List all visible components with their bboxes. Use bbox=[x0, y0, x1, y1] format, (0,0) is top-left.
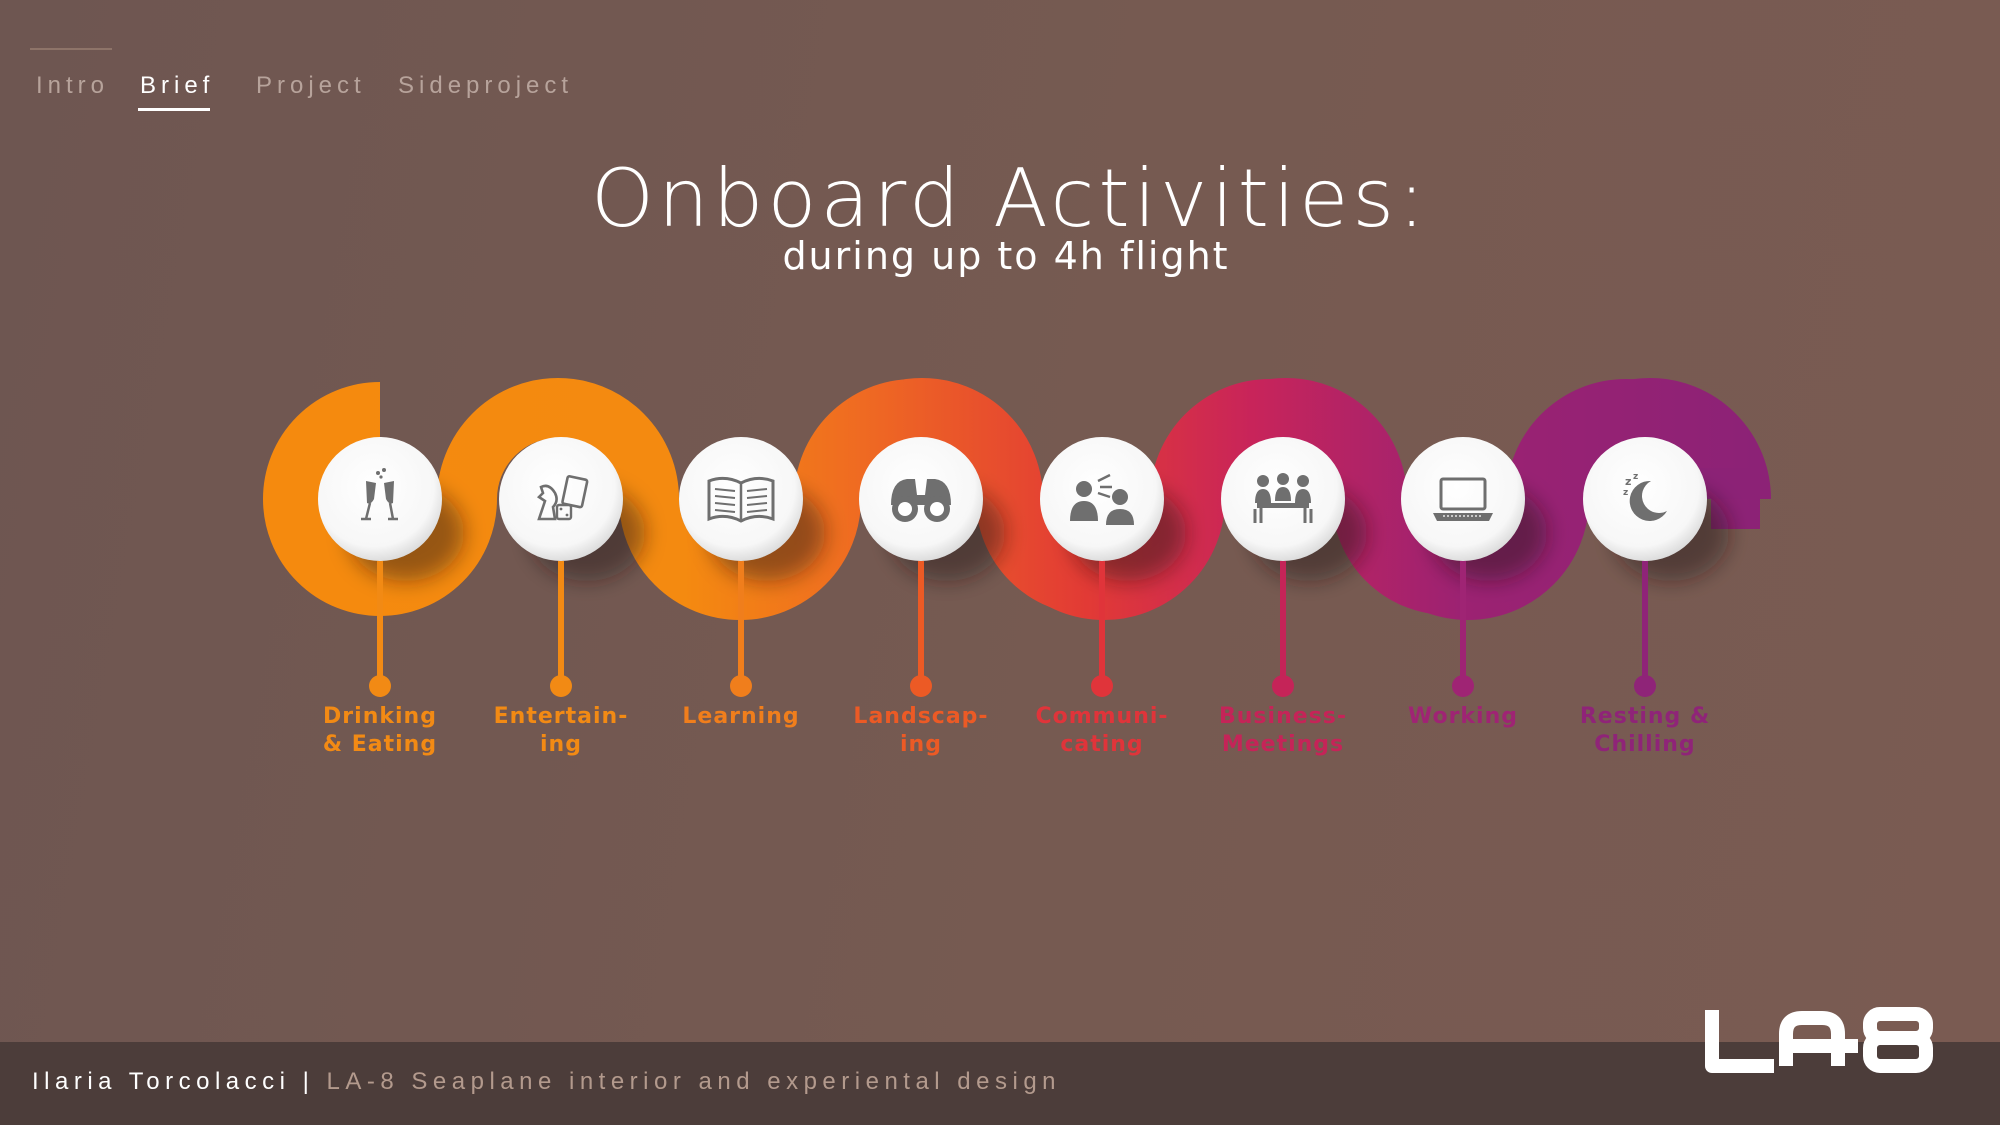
activity-dot bbox=[550, 675, 572, 697]
footer-caption: Ilaria Torcolacci | LA-8 Seaplane interi… bbox=[32, 1068, 1061, 1096]
activity-dot bbox=[1272, 675, 1294, 697]
activity-label-line1: Working bbox=[1407, 704, 1519, 729]
svg-text:z: z bbox=[1623, 488, 1628, 498]
activity-dot bbox=[730, 675, 752, 697]
activity-label-line2: ing bbox=[540, 732, 582, 757]
la8-logo bbox=[1705, 1007, 1933, 1073]
activity-stem bbox=[558, 561, 564, 688]
activity-stem bbox=[1460, 561, 1466, 688]
activity-label: Landscap-ing bbox=[831, 703, 1011, 759]
activity-label-line2: Chilling bbox=[1594, 732, 1696, 757]
activity-stem bbox=[377, 561, 383, 688]
activity-label-line2: cating bbox=[1060, 732, 1144, 757]
wave-tail-end bbox=[1700, 468, 1762, 499]
activity-label: Drinking & Eating bbox=[290, 703, 470, 759]
activity-disc[interactable] bbox=[1583, 437, 1707, 561]
activity-label-line2: Meetings bbox=[1221, 732, 1345, 757]
activity-disc[interactable] bbox=[318, 437, 442, 561]
activity-stem bbox=[1099, 561, 1105, 688]
activity-dot bbox=[910, 675, 932, 697]
activity-label-line1: Resting & bbox=[1579, 704, 1711, 729]
activity-label: Learning bbox=[651, 703, 831, 731]
activity-label-line1: Business- bbox=[1219, 704, 1347, 729]
activity-stem bbox=[1280, 561, 1286, 688]
svg-text:z: z bbox=[1633, 472, 1638, 482]
activity-disc[interactable] bbox=[499, 437, 623, 561]
activity-label: Business- Meetings bbox=[1193, 703, 1373, 759]
activity-label-line1: Communi- bbox=[1035, 704, 1169, 729]
activity-label: Communi-cating bbox=[1012, 703, 1192, 759]
activity-dot bbox=[1634, 675, 1656, 697]
activity-disc[interactable] bbox=[1040, 437, 1164, 561]
activity-label-line2: & Eating bbox=[322, 732, 438, 757]
author-name: Ilaria Torcolacci bbox=[32, 1068, 291, 1095]
project-description: LA-8 Seaplane interior and experiental d… bbox=[326, 1068, 1062, 1095]
activity-dot bbox=[1091, 675, 1113, 697]
activity-label: Resting & Chilling bbox=[1555, 703, 1735, 759]
activity-label-line2: ing bbox=[900, 732, 942, 757]
activity-label-line1: Drinking bbox=[323, 704, 437, 729]
activity-disc[interactable] bbox=[1401, 437, 1525, 561]
footer-separator: | bbox=[302, 1068, 315, 1095]
activity-label: Entertain-ing bbox=[471, 703, 651, 759]
activity-label-line1: Learning bbox=[682, 704, 800, 729]
activity-timeline: z zz bbox=[263, 378, 1771, 697]
activity-label-line1: Landscap- bbox=[853, 704, 989, 729]
activity-label: Working bbox=[1373, 703, 1553, 731]
activity-stem bbox=[1642, 561, 1648, 688]
activity-label-line1: Entertain- bbox=[493, 704, 629, 729]
activity-stem bbox=[918, 561, 924, 688]
activity-stem bbox=[738, 561, 744, 688]
activity-dot bbox=[369, 675, 391, 697]
svg-text:z: z bbox=[1625, 475, 1631, 488]
activity-dot bbox=[1452, 675, 1474, 697]
